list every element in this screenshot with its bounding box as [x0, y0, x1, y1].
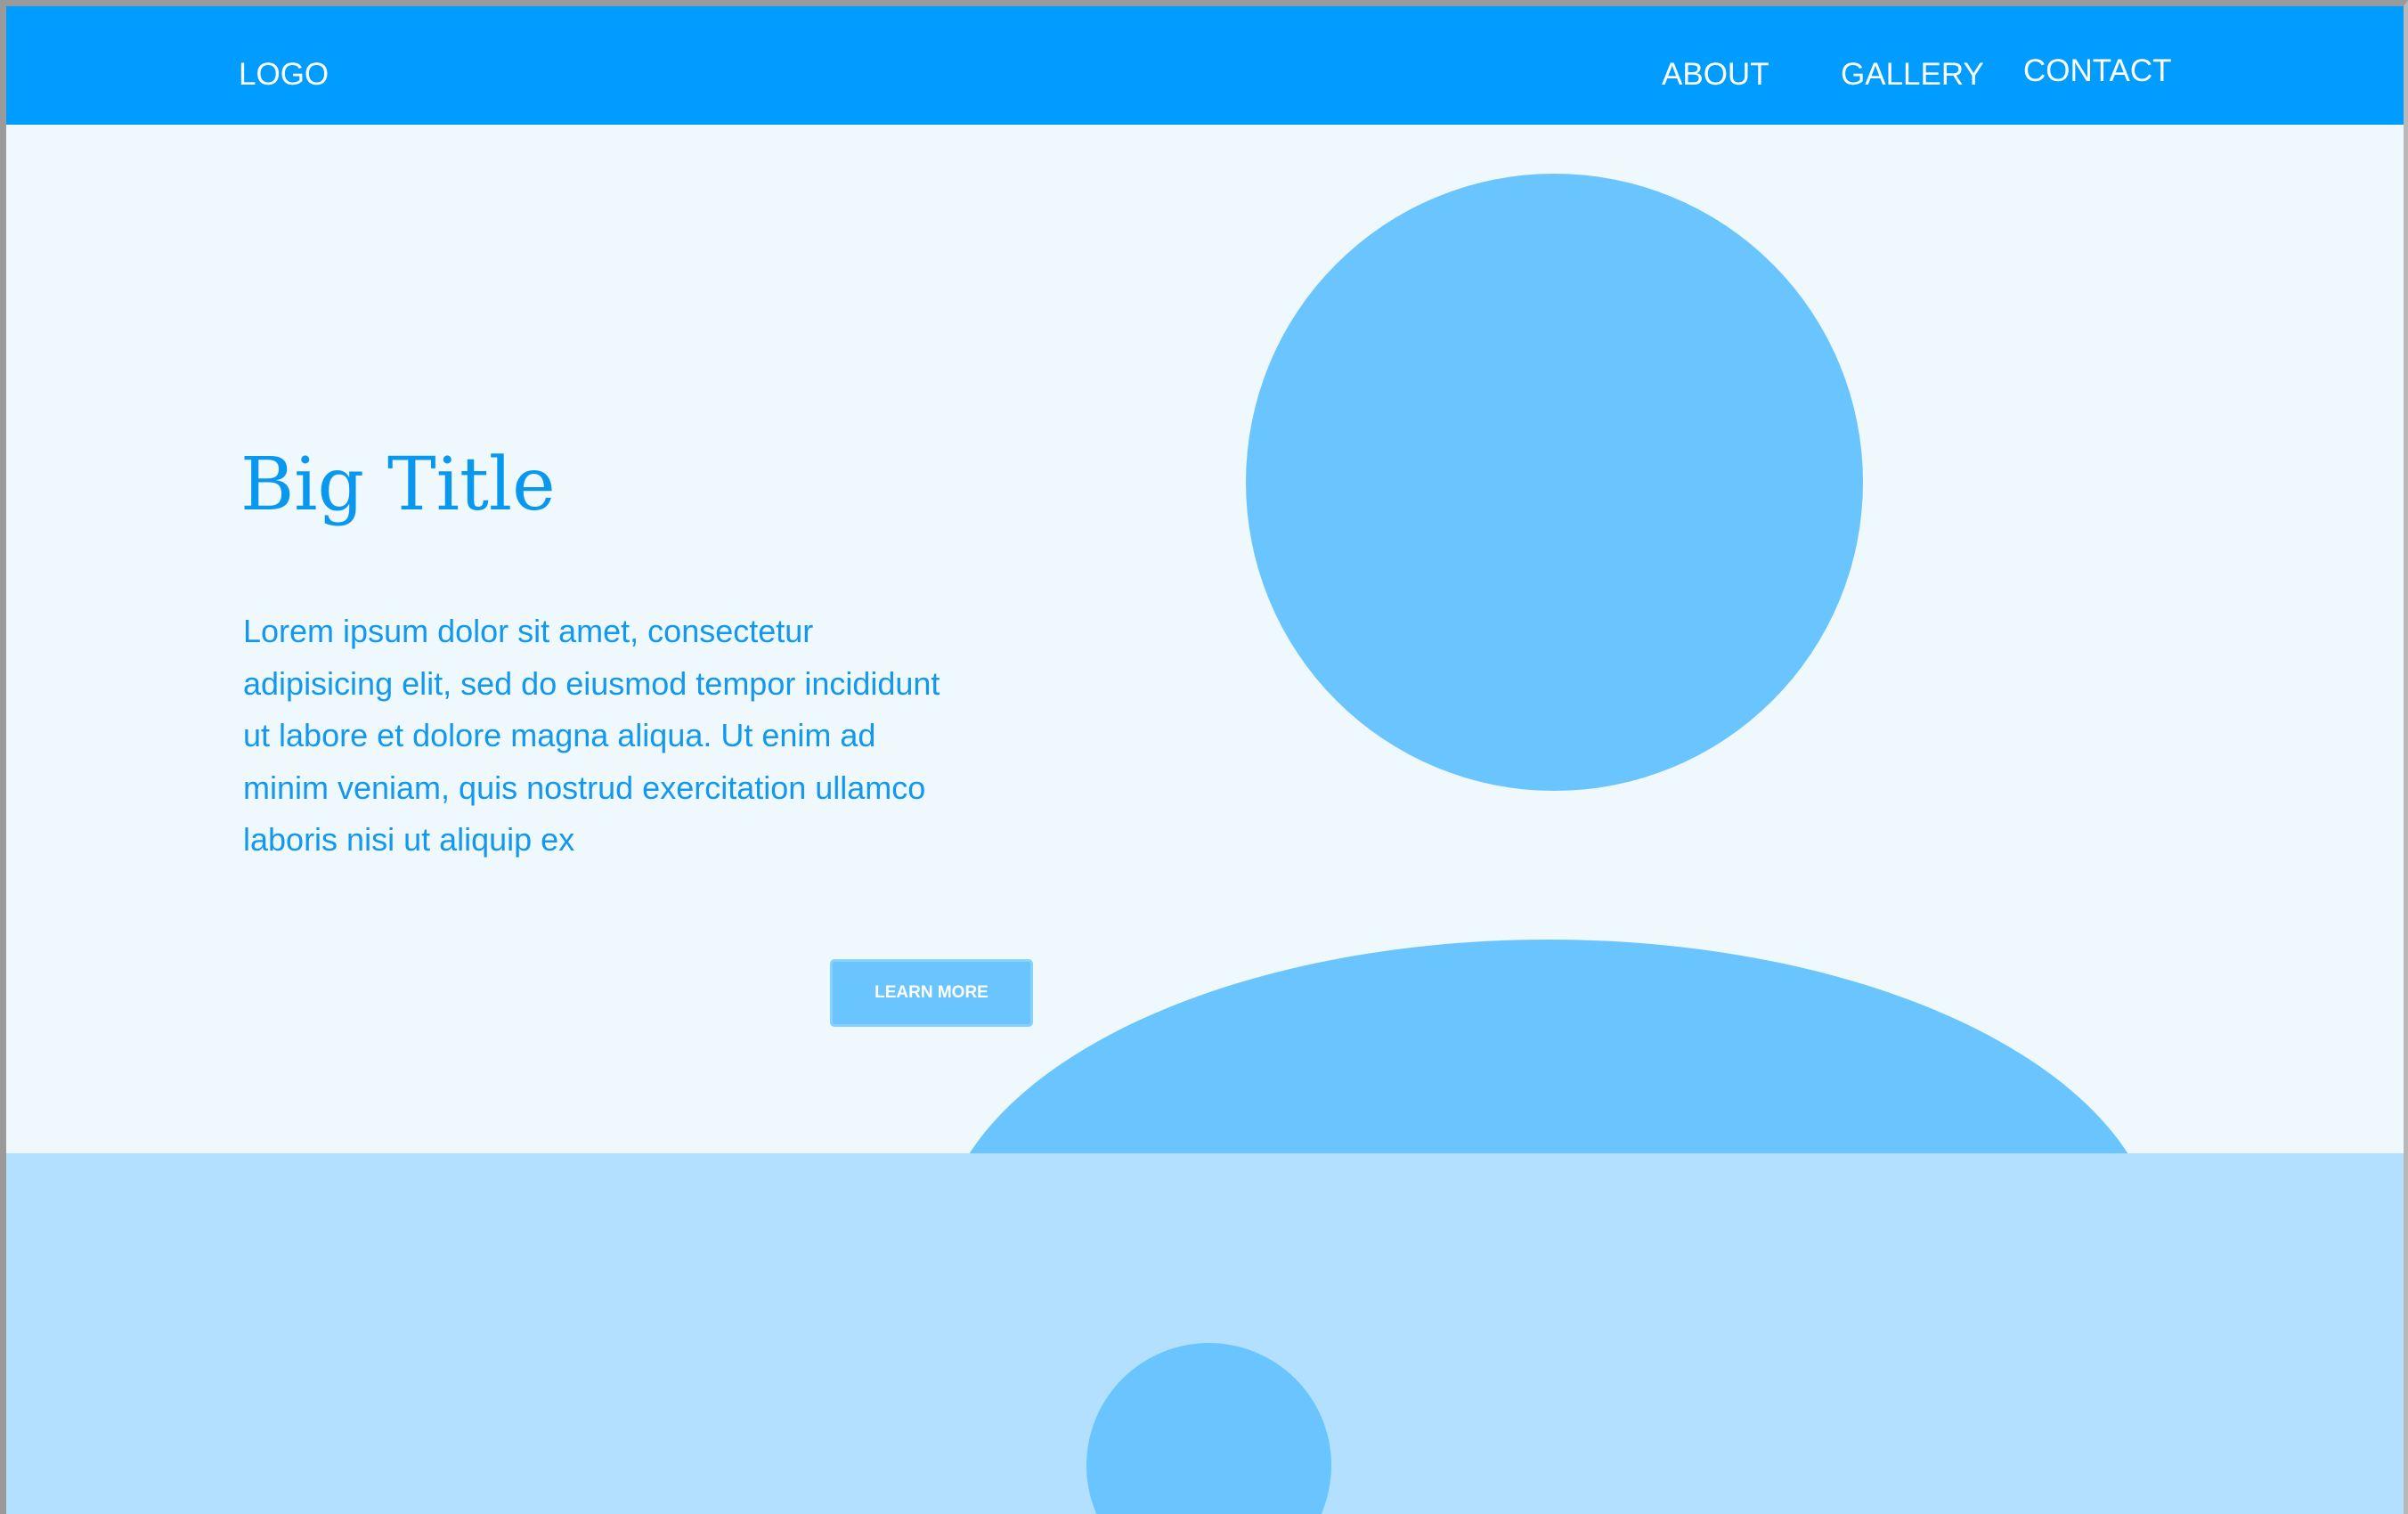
hero-section: Big Title Lorem ipsum dolor sit amet, co…: [6, 125, 2404, 1153]
nav-link-about[interactable]: ABOUT: [1662, 57, 1769, 93]
hero-title: Big Title: [240, 443, 556, 527]
learn-more-button[interactable]: LEARN MORE: [830, 959, 1033, 1027]
small-circle-placeholder: [1086, 1343, 1331, 1514]
person-body-placeholder: [939, 940, 2159, 1153]
hero-body-text: Lorem ipsum dolor sit amet, consectetur …: [243, 613, 940, 858]
page-frame: LOGO ABOUT GALLERY CONTACT Big Title Lor…: [0, 0, 2408, 1514]
person-head-placeholder: [1246, 174, 1863, 791]
nav-link-gallery[interactable]: GALLERY: [1841, 57, 1984, 93]
top-navbar: LOGO ABOUT GALLERY CONTACT: [6, 6, 2404, 125]
nav-link-contact[interactable]: CONTACT: [2023, 53, 2172, 89]
logo-link[interactable]: LOGO: [239, 57, 329, 93]
bottom-section: [6, 1153, 2404, 1514]
